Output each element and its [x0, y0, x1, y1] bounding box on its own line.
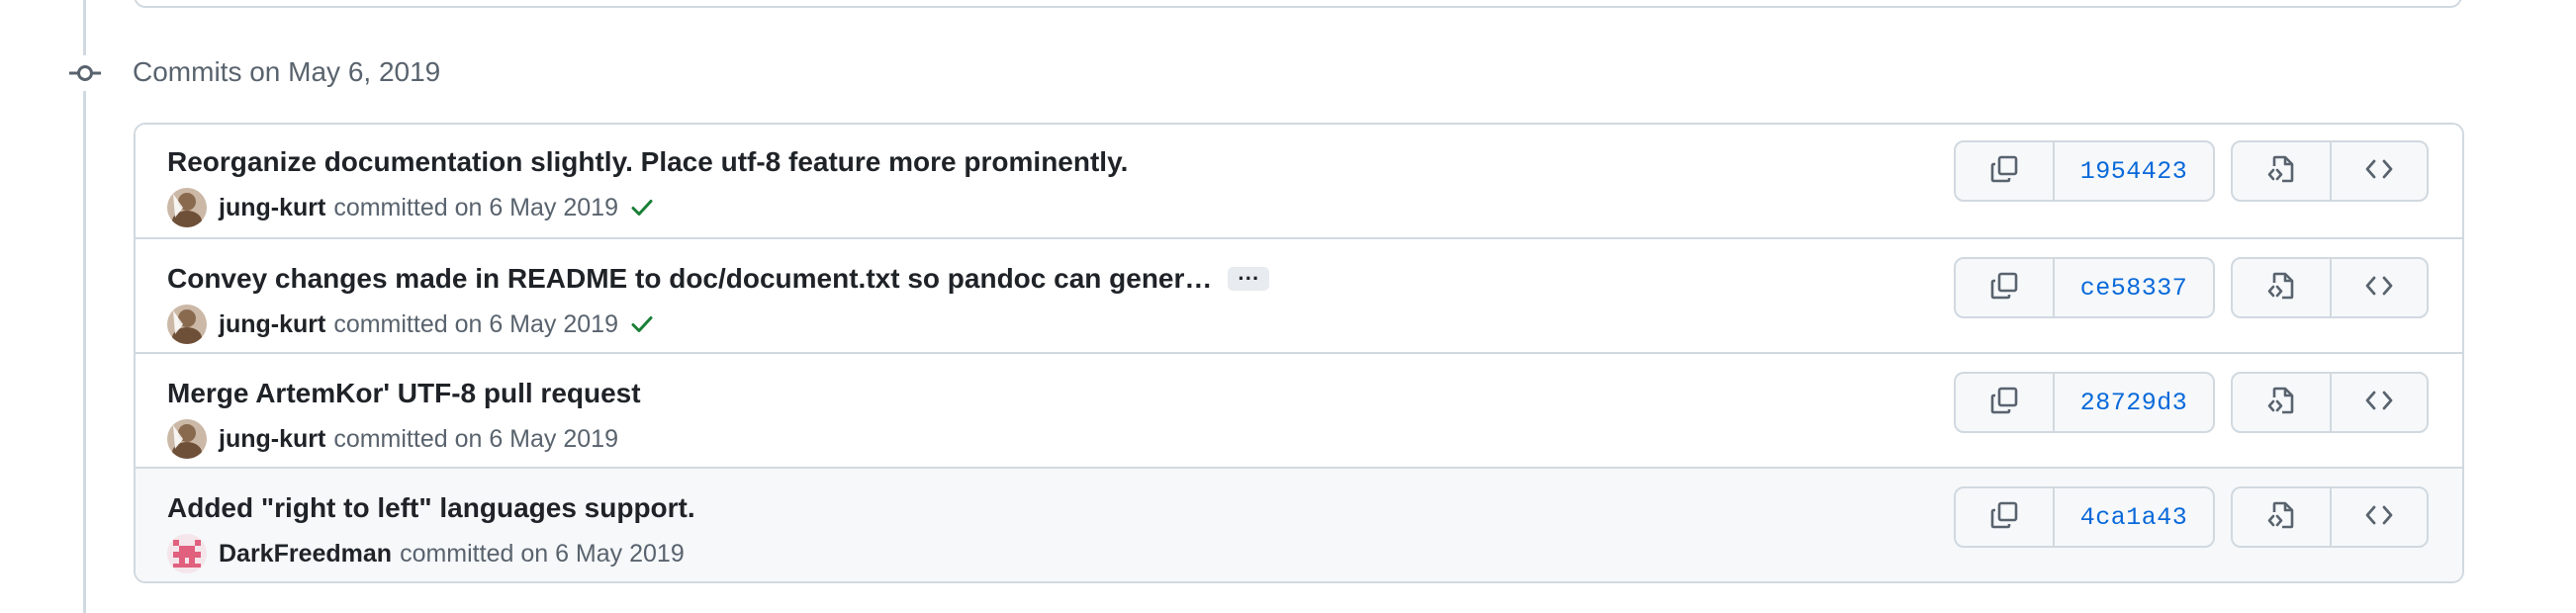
- commit-author-link[interactable]: DarkFreedman: [219, 538, 392, 569]
- file-code-icon: [2265, 153, 2297, 190]
- code-icon: [2363, 270, 2395, 306]
- commit-sha-link[interactable]: 4ca1a43: [2053, 488, 2213, 546]
- copy-sha-button[interactable]: [1956, 374, 2053, 431]
- copy-sha-button[interactable]: [1956, 488, 2053, 546]
- copy-icon: [1988, 270, 2020, 306]
- view-commit-details-button[interactable]: [2233, 488, 2330, 546]
- commit-row: Convey changes made in README to doc/doc…: [136, 237, 2462, 352]
- commit-meta-text: committed on 6 May 2019: [333, 194, 618, 221]
- commit-title-link[interactable]: Reorganize documentation slightly. Place…: [167, 144, 1128, 180]
- check-icon[interactable]: [628, 310, 656, 338]
- check-icon[interactable]: [628, 194, 656, 221]
- commit-row: Added "right to left" languages support.: [136, 467, 2462, 581]
- commit-meta-text: committed on 6 May 2019: [333, 310, 618, 338]
- previous-commit-group-box: [134, 0, 2462, 8]
- commit-list: Reorganize documentation slightly. Place…: [134, 123, 2464, 583]
- avatar[interactable]: [167, 419, 207, 459]
- browse-button-group: [2231, 372, 2429, 433]
- commit-row: Merge ArtemKor' UTF-8 pull request jung-…: [136, 352, 2462, 467]
- copy-icon: [1988, 153, 2020, 190]
- expand-commit-message-button[interactable]: ···: [1228, 267, 1270, 291]
- commit-sha-button-group: ce58337: [1954, 257, 2215, 318]
- commit-meta: jung-kurt committed on 6 May 2019: [167, 188, 656, 227]
- commit-author-link[interactable]: jung-kurt: [219, 423, 325, 455]
- avatar[interactable]: [167, 305, 207, 344]
- commit-sha-button-group: 4ca1a43: [1954, 486, 2215, 548]
- commit-sha-link[interactable]: 1954423: [2053, 142, 2213, 200]
- commit-author-link[interactable]: jung-kurt: [219, 308, 325, 340]
- timeline-line: [83, 0, 86, 613]
- browse-repo-button[interactable]: [2329, 142, 2427, 200]
- avatar[interactable]: [167, 188, 207, 227]
- browse-button-group: [2231, 486, 2429, 548]
- commit-sha-button-group: 28729d3: [1954, 372, 2215, 433]
- copy-icon: [1988, 385, 2020, 421]
- copy-sha-button[interactable]: [1956, 259, 2053, 316]
- commit-meta: jung-kurt committed on 6 May 2019: [167, 305, 656, 344]
- avatar[interactable]: [167, 534, 207, 573]
- commit-meta: DarkFreedman committed on 6 May 2019: [167, 534, 685, 573]
- copy-icon: [1988, 499, 2020, 536]
- code-icon: [2363, 385, 2395, 421]
- commit-meta-text: committed on 6 May 2019: [400, 540, 685, 568]
- view-commit-details-button[interactable]: [2233, 374, 2330, 431]
- commit-title-link[interactable]: Merge ArtemKor' UTF-8 pull request: [167, 376, 641, 411]
- commits-page: Commits on May 6, 2019 Reorganize docume…: [0, 0, 2576, 613]
- browse-repo-button[interactable]: [2329, 374, 2427, 431]
- commit-sha-button-group: 1954423: [1954, 140, 2215, 202]
- code-icon: [2363, 153, 2395, 190]
- code-icon: [2363, 499, 2395, 536]
- commit-sha-link[interactable]: 28729d3: [2053, 374, 2213, 431]
- file-code-icon: [2265, 499, 2297, 536]
- commit-title-link[interactable]: Convey changes made in README to doc/doc…: [167, 261, 1212, 297]
- view-commit-details-button[interactable]: [2233, 142, 2330, 200]
- browse-repo-button[interactable]: [2329, 488, 2427, 546]
- commit-sha-link[interactable]: ce58337: [2053, 259, 2213, 316]
- file-code-icon: [2265, 270, 2297, 306]
- commit-group-title: Commits on May 6, 2019: [133, 56, 441, 87]
- commit-row: Reorganize documentation slightly. Place…: [136, 125, 2462, 237]
- browse-button-group: [2231, 140, 2429, 202]
- browse-repo-button[interactable]: [2329, 259, 2427, 316]
- file-code-icon: [2265, 385, 2297, 421]
- view-commit-details-button[interactable]: [2233, 259, 2330, 316]
- commit-author-link[interactable]: jung-kurt: [219, 192, 325, 223]
- copy-sha-button[interactable]: [1956, 142, 2053, 200]
- browse-button-group: [2231, 257, 2429, 318]
- commit-title-link[interactable]: Added "right to left" languages support.: [167, 490, 695, 526]
- commit-meta-text: committed on 6 May 2019: [333, 425, 618, 453]
- git-commit-icon: [67, 55, 103, 91]
- commit-meta: jung-kurt committed on 6 May 2019: [167, 419, 618, 459]
